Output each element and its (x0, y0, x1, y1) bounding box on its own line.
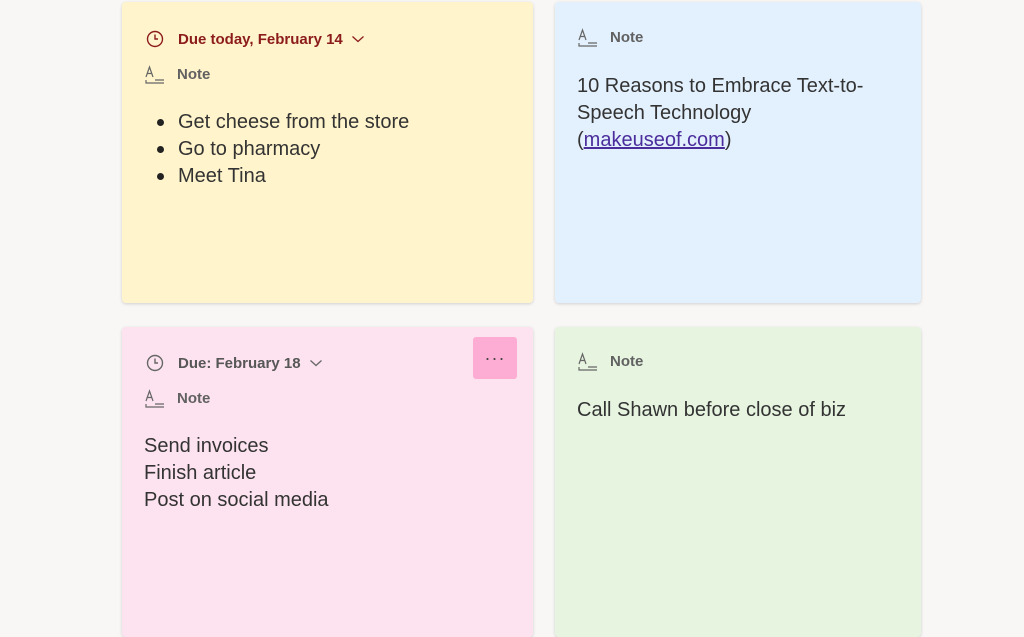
list-item: Meet Tina (155, 163, 409, 190)
note-type-label: Note (610, 28, 644, 46)
note-type-row: Note (577, 350, 643, 372)
note-type-row: Note (577, 26, 643, 48)
note-type-label: Note (177, 65, 211, 83)
note-type-row: Note (144, 387, 210, 409)
due-date-label: Due: February 18 (178, 354, 301, 372)
list-item: Get cheese from the store (155, 109, 409, 136)
note-icon (144, 64, 166, 84)
note-content[interactable]: Call Shawn before close of biz (577, 397, 846, 424)
note-card-pink[interactable]: Due: February 18 Note Send invoices Fini… (122, 327, 533, 637)
note-icon (144, 388, 166, 408)
note-type-label: Note (177, 389, 211, 407)
clock-icon (146, 30, 164, 48)
note-content[interactable]: Send invoices Finish article Post on soc… (144, 433, 329, 514)
note-content[interactable]: Get cheese from the store Go to pharmacy… (155, 109, 409, 190)
note-card-yellow[interactable]: Due today, February 14 Note Get cheese f… (122, 2, 533, 303)
paren-open: ( (577, 129, 584, 151)
note-icon (577, 27, 599, 47)
note-line: Finish article (144, 462, 257, 484)
due-date-dropdown[interactable]: Due: February 18 (146, 352, 323, 374)
note-line: Call Shawn before close of biz (577, 399, 847, 421)
note-card-green[interactable]: Note Call Shawn before close of biz (555, 327, 921, 637)
paren-close: ) (724, 129, 732, 151)
source-link[interactable]: makeuseof.com (584, 129, 725, 151)
note-line: Send invoices (144, 435, 269, 457)
list-item: Go to pharmacy (155, 136, 409, 163)
note-line: 10 Reasons to Embrace Text-to- (577, 75, 864, 97)
note-line-link: (makeuseof.com) (577, 127, 863, 154)
bullet-list: Get cheese from the store Go to pharmacy… (155, 109, 409, 190)
note-card-blue[interactable]: Note 10 Reasons to Embrace Text-to- Spee… (555, 2, 921, 303)
chevron-down-icon (309, 358, 323, 368)
note-type-label: Note (610, 352, 644, 370)
note-line: Post on social media (144, 489, 329, 511)
note-line: Speech Technology (577, 102, 752, 124)
note-icon (577, 351, 599, 371)
note-content[interactable]: 10 Reasons to Embrace Text-to- Speech Te… (577, 73, 863, 154)
due-date-dropdown[interactable]: Due today, February 14 (146, 28, 365, 50)
chevron-down-icon (351, 34, 365, 44)
more-options-button[interactable]: ··· (473, 337, 517, 379)
due-date-label: Due today, February 14 (178, 30, 343, 48)
note-type-row: Note (144, 63, 210, 85)
clock-icon (146, 354, 164, 372)
